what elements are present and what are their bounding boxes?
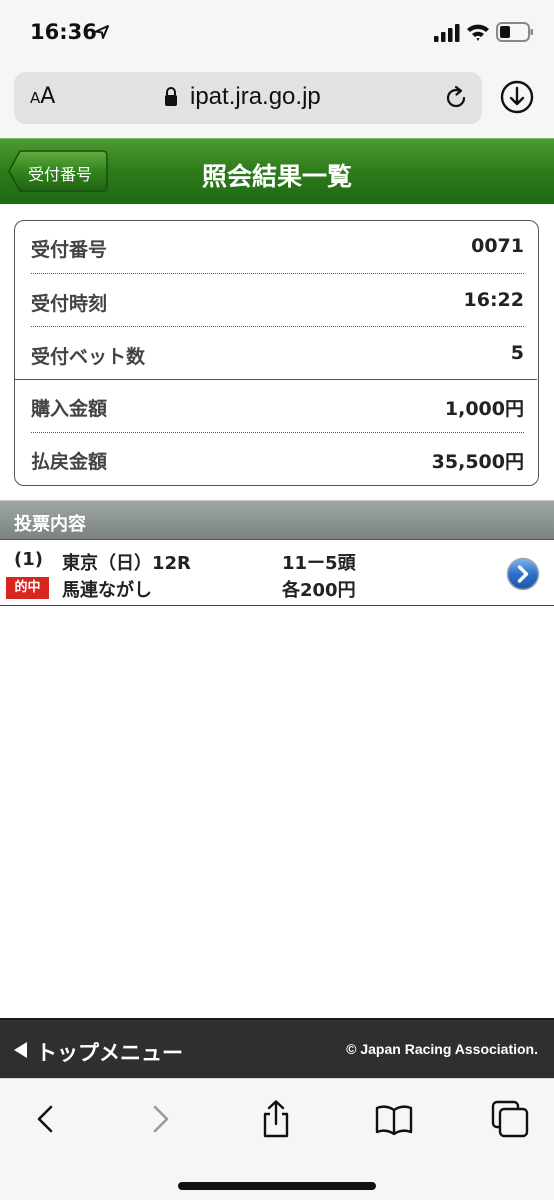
- summary-row-receipt-time: 受付時刻 16:22: [31, 275, 524, 328]
- summary-label: 受付時刻: [31, 293, 108, 315]
- bet-list-item[interactable]: (1) 東京（日）12R 11ー5頭 的中 馬連ながし 各200円: [0, 541, 554, 606]
- forward-arrow-icon[interactable]: [140, 1099, 180, 1139]
- page-header: 受付番号 照会結果一覧: [0, 138, 554, 204]
- summary-label: 購入金額: [31, 398, 108, 420]
- copyright-text: © Japan Racing Association.: [346, 1041, 538, 1057]
- summary-row-payout-amount: 払戻金額 35,500円: [31, 433, 524, 486]
- section-title: 投票内容: [14, 514, 86, 535]
- reload-icon[interactable]: [442, 84, 470, 112]
- section-header: 投票内容: [0, 500, 554, 540]
- summary-row-receipt-number: 受付番号 0071: [31, 221, 524, 274]
- summary-card: 受付番号 0071 受付時刻 16:22 受付ベット数 5 購入金額 1,000…: [14, 220, 539, 486]
- bet-amount: 各200円: [282, 580, 356, 601]
- browser-toolbar: [0, 1078, 554, 1200]
- summary-label: 払戻金額: [31, 451, 108, 473]
- page-title: 照会結果一覧: [201, 162, 352, 191]
- status-bar: 16:36: [0, 0, 554, 66]
- bet-type: 馬連ながし: [62, 580, 152, 601]
- address-bar[interactable]: AA ipat.jra.go.jp: [14, 72, 482, 124]
- summary-value: 35,500円: [431, 451, 524, 473]
- summary-label: 受付ベット数: [31, 346, 146, 368]
- url-text: ipat.jra.go.jp: [190, 83, 321, 110]
- share-icon[interactable]: [256, 1099, 296, 1139]
- tabs-icon[interactable]: [490, 1099, 530, 1139]
- summary-label: 受付番号: [31, 239, 108, 261]
- summary-value: 5: [510, 342, 524, 364]
- dotted-divider: [31, 273, 524, 274]
- summary-value: 0071: [471, 235, 524, 257]
- footer-bar: トップメニュー © Japan Racing Association.: [0, 1018, 554, 1078]
- signal-icon: [434, 24, 460, 42]
- chevron-right-icon[interactable]: [506, 557, 540, 591]
- wifi-icon: [467, 24, 489, 41]
- summary-value: 1,000円: [444, 398, 524, 420]
- bet-race: 東京（日）12R: [62, 553, 191, 574]
- top-menu-label: トップメニュー: [36, 1041, 183, 1065]
- bet-horses: 11ー5頭: [282, 553, 356, 574]
- dotted-divider: [31, 326, 524, 327]
- bet-index: (1): [14, 549, 43, 570]
- text-size-button[interactable]: AA: [30, 84, 55, 109]
- home-indicator: [178, 1182, 376, 1190]
- summary-row-purchase-amount: 購入金額 1,000円: [31, 380, 524, 433]
- download-icon[interactable]: [500, 80, 534, 114]
- back-arrow-icon[interactable]: [26, 1099, 66, 1139]
- location-arrow-icon: [95, 25, 109, 39]
- summary-value: 16:22: [463, 289, 524, 311]
- battery-icon: [496, 22, 533, 42]
- bookmarks-icon[interactable]: [374, 1099, 414, 1139]
- summary-row-bet-count: 受付ベット数 5: [31, 328, 524, 381]
- triangle-left-icon: [14, 1042, 27, 1058]
- browser-address-area: AA ipat.jra.go.jp: [0, 66, 554, 138]
- status-time: 16:36: [30, 20, 97, 44]
- hit-badge: 的中: [6, 577, 49, 599]
- lock-icon: [165, 87, 177, 106]
